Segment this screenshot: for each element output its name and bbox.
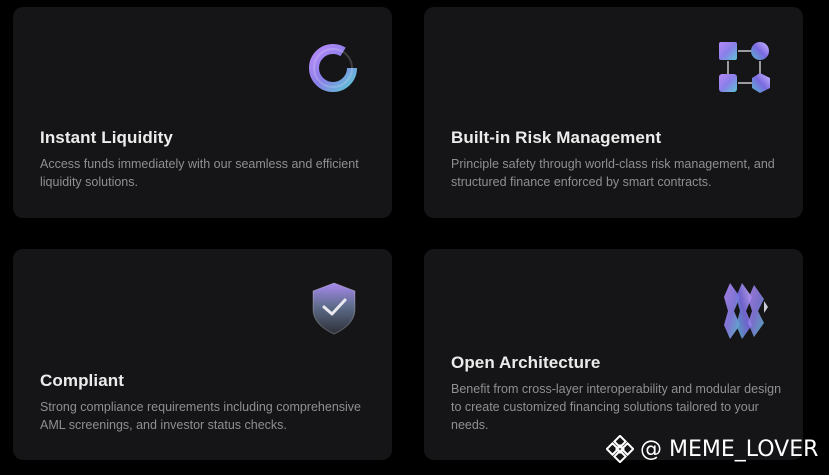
shield-check-icon <box>312 282 356 335</box>
watermark-text: @ MEME_LOVER <box>640 436 819 462</box>
card-description: Access funds immediately with our seamle… <box>40 157 359 189</box>
binance-logo-icon <box>606 435 634 463</box>
feature-card-risk-management: Built-in Risk Management Principle safet… <box>424 7 803 218</box>
feature-card-open-architecture: Open Architecture Benefit from cross-lay… <box>424 249 803 460</box>
liquidity-ring-icon <box>309 44 357 92</box>
card-title: Open Architecture <box>451 353 601 372</box>
card-title: Compliant <box>40 371 125 390</box>
card-title: Instant Liquidity <box>40 128 173 147</box>
feature-card-instant-liquidity: Instant Liquidity Access funds immediate… <box>13 7 392 218</box>
card-description: Benefit from cross-layer interoperabilit… <box>451 382 782 432</box>
card-description: Strong compliance requirements including… <box>40 400 362 432</box>
feature-card-compliant: Compliant Strong compliance requirements… <box>13 249 392 460</box>
crystal-layers-icon <box>724 283 768 339</box>
card-description: Principle safety through world-class ris… <box>451 157 775 189</box>
risk-network-icon <box>719 42 770 93</box>
card-title: Built-in Risk Management <box>451 128 662 147</box>
watermark: @ MEME_LOVER <box>606 435 818 463</box>
